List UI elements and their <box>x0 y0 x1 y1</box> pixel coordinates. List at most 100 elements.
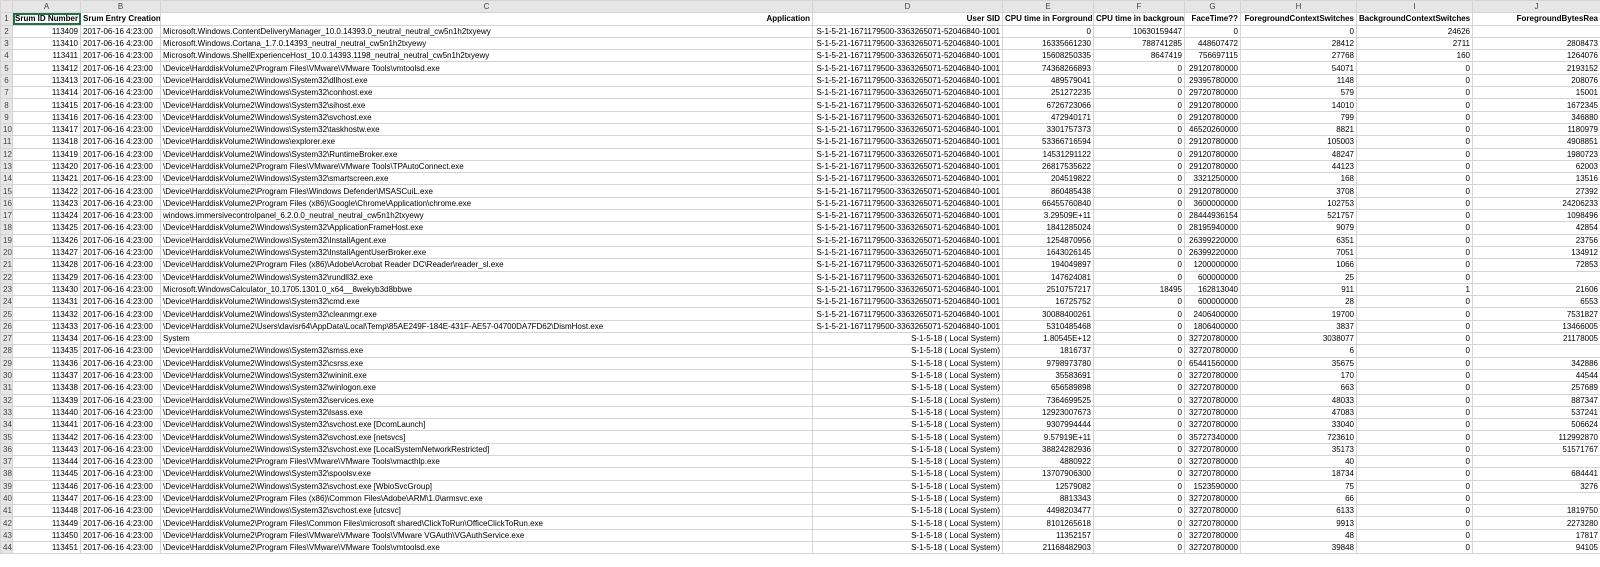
grid-cell[interactable]: \Device\HarddiskVolume2\Windows\System32… <box>160 122 813 137</box>
grid-cell[interactable]: S-1-5-21-1671179500-3363265071-52046840-… <box>812 122 1003 137</box>
grid-cell[interactable]: S-1-5-21-1671179500-3363265071-52046840-… <box>812 196 1003 211</box>
grid-cell[interactable]: 25 <box>1240 270 1357 284</box>
grid-cell[interactable]: 0 <box>1093 332 1185 346</box>
grid-cell[interactable]: 29120780000 <box>1184 159 1241 174</box>
grid-cell[interactable]: 2017-06-16 4:23:00 <box>80 282 161 297</box>
grid-cell[interactable]: 32720780000 <box>1184 504 1241 518</box>
grid-cell[interactable]: 113434 <box>12 332 81 346</box>
grid-cell[interactable]: 0 <box>1356 245 1473 260</box>
grid-cell[interactable]: S-1-5-18 ( Local System) <box>812 504 1003 518</box>
grid-cell[interactable]: 113412 <box>12 61 81 75</box>
grid-cell[interactable]: 113414 <box>12 86 81 100</box>
row-number[interactable]: 11 <box>0 135 13 149</box>
select-all-corner[interactable] <box>0 0 13 14</box>
spreadsheet-grid[interactable]: ABCDEFGHIJ 1 Srum ID Number Srum Entry Cre… <box>0 0 1600 555</box>
grid-cell[interactable]: 2017-06-16 4:23:00 <box>80 295 161 309</box>
grid-cell[interactable]: \Device\HarddiskVolume2\Windows\System32… <box>160 405 813 420</box>
grid-cell[interactable]: 9079 <box>1240 221 1357 235</box>
grid-cell[interactable]: 2273280 <box>1472 516 1600 530</box>
grid-cell[interactable]: 0 <box>1093 184 1185 198</box>
grid-cell[interactable]: S-1-5-21-1671179500-3363265071-52046840-… <box>812 159 1003 174</box>
grid-cell[interactable]: 684441 <box>1472 467 1600 481</box>
grid-cell[interactable]: 113450 <box>12 528 81 543</box>
grid-cell[interactable]: 2017-06-16 4:23:00 <box>80 516 161 530</box>
grid-cell[interactable]: S-1-5-18 ( Local System) <box>812 491 1003 506</box>
grid-cell[interactable]: 600000000 <box>1184 270 1241 284</box>
grid-cell[interactable]: 600000000 <box>1184 295 1241 309</box>
grid-cell[interactable]: 663 <box>1240 381 1357 395</box>
grid-cell[interactable]: S-1-5-21-1671179500-3363265071-52046840-… <box>812 61 1003 75</box>
grid-cell[interactable]: 4908851 <box>1472 135 1600 149</box>
grid-cell[interactable]: 27768 <box>1240 49 1357 63</box>
grid-cell[interactable]: 0 <box>1356 258 1473 272</box>
grid-cell[interactable]: S-1-5-21-1671179500-3363265071-52046840-… <box>812 98 1003 112</box>
grid-cell[interactable]: 9.57919E+11 <box>1002 430 1094 444</box>
grid-cell[interactable]: 162813040 <box>1184 282 1241 297</box>
grid-cell[interactable]: 29120780000 <box>1184 147 1241 161</box>
grid-cell[interactable]: 32720780000 <box>1184 381 1241 395</box>
grid-cell[interactable]: 0 <box>1093 442 1185 456</box>
grid-cell[interactable]: 2017-06-16 4:23:00 <box>80 73 161 88</box>
grid-cell[interactable]: 0 <box>1093 135 1185 149</box>
grid-cell[interactable]: \Device\HarddiskVolume2\Windows\System32… <box>160 430 813 444</box>
grid-cell[interactable]: S-1-5-18 ( Local System) <box>812 516 1003 530</box>
grid-cell[interactable]: 168 <box>1240 172 1357 186</box>
grid-cell[interactable]: 113439 <box>12 393 81 407</box>
grid-cell[interactable]: 10630159447 <box>1093 24 1185 38</box>
grid-cell[interactable]: \Device\HarddiskVolume2\Program Files (x… <box>160 258 813 272</box>
grid-cell[interactable]: 33040 <box>1240 418 1357 432</box>
grid-cell[interactable]: 48033 <box>1240 393 1357 407</box>
grid-cell[interactable]: S-1-5-21-1671179500-3363265071-52046840-… <box>812 86 1003 100</box>
grid-cell[interactable]: 2017-06-16 4:23:00 <box>80 528 161 543</box>
grid-cell[interactable]: \Device\HarddiskVolume2\Program Files\Co… <box>160 516 813 530</box>
grid-cell[interactable]: 2193152 <box>1472 61 1600 75</box>
grid-cell[interactable]: 799 <box>1240 110 1357 124</box>
grid-cell[interactable]: S-1-5-21-1671179500-3363265071-52046840-… <box>812 282 1003 297</box>
grid-cell[interactable]: 521757 <box>1240 209 1357 223</box>
grid-cell[interactable]: S-1-5-18 ( Local System) <box>812 479 1003 493</box>
grid-cell[interactable]: 1980723 <box>1472 147 1600 161</box>
grid-cell[interactable]: S-1-5-18 ( Local System) <box>812 393 1003 407</box>
grid-cell[interactable]: 113413 <box>12 73 81 88</box>
grid-cell[interactable]: 113445 <box>12 467 81 481</box>
grid-cell[interactable]: 2017-06-16 4:23:00 <box>80 147 161 161</box>
grid-cell[interactable]: S-1-5-18 ( Local System) <box>812 418 1003 432</box>
grid-cell[interactable]: 54071 <box>1240 61 1357 75</box>
grid-cell[interactable]: \Device\HarddiskVolume2\Windows\System32… <box>160 368 813 383</box>
column-header-f[interactable]: F <box>1093 0 1185 14</box>
grid-cell[interactable]: 0 <box>1356 491 1473 506</box>
grid-cell[interactable]: 113420 <box>12 159 81 174</box>
grid-cell[interactable]: 113425 <box>12 221 81 235</box>
grid-cell[interactable]: 32720780000 <box>1184 541 1241 555</box>
row-number[interactable]: 29 <box>0 356 13 370</box>
grid-cell[interactable]: 0 <box>1093 319 1185 334</box>
grid-cell[interactable]: Microsoft.Windows.ShellExperienceHost_10… <box>160 49 813 63</box>
grid-cell[interactable]: 0 <box>1093 110 1185 124</box>
grid-cell[interactable]: 2017-06-16 4:23:00 <box>80 344 161 358</box>
grid-cell[interactable]: 17817 <box>1472 528 1600 543</box>
grid-cell[interactable]: 113426 <box>12 233 81 247</box>
grid-cell[interactable]: 0 <box>1093 73 1185 88</box>
row-number[interactable]: 6 <box>0 73 13 88</box>
grid-cell[interactable]: 1200000000 <box>1184 258 1241 272</box>
grid-cell[interactable]: 134912 <box>1472 245 1600 260</box>
grid-cell[interactable]: 32720780000 <box>1184 418 1241 432</box>
grid-cell[interactable]: 113440 <box>12 405 81 420</box>
header-cell[interactable]: ForegroundBytesRea <box>1472 12 1600 26</box>
grid-cell[interactable]: S-1-5-21-1671179500-3363265071-52046840-… <box>812 233 1003 247</box>
grid-cell[interactable]: 2017-06-16 4:23:00 <box>80 86 161 100</box>
grid-cell[interactable]: 29720780000 <box>1184 86 1241 100</box>
grid-cell[interactable]: 2017-06-16 4:23:00 <box>80 209 161 223</box>
grid-cell[interactable]: 113431 <box>12 295 81 309</box>
grid-cell[interactable]: 6 <box>1240 344 1357 358</box>
grid-cell[interactable]: 113424 <box>12 209 81 223</box>
grid-cell[interactable]: 15608250335 <box>1002 49 1094 63</box>
grid-cell[interactable]: 2017-06-16 4:23:00 <box>80 110 161 124</box>
grid-cell[interactable]: 7531827 <box>1472 307 1600 321</box>
grid-cell[interactable]: \Device\HarddiskVolume2\Program Files\Wi… <box>160 184 813 198</box>
grid-cell[interactable]: S-1-5-21-1671179500-3363265071-52046840-… <box>812 147 1003 161</box>
grid-cell[interactable]: 0 <box>1356 61 1473 75</box>
grid-cell[interactable]: 94105 <box>1472 541 1600 555</box>
grid-cell[interactable]: \Device\HarddiskVolume2\Windows\System32… <box>160 479 813 493</box>
grid-cell[interactable]: 113418 <box>12 135 81 149</box>
